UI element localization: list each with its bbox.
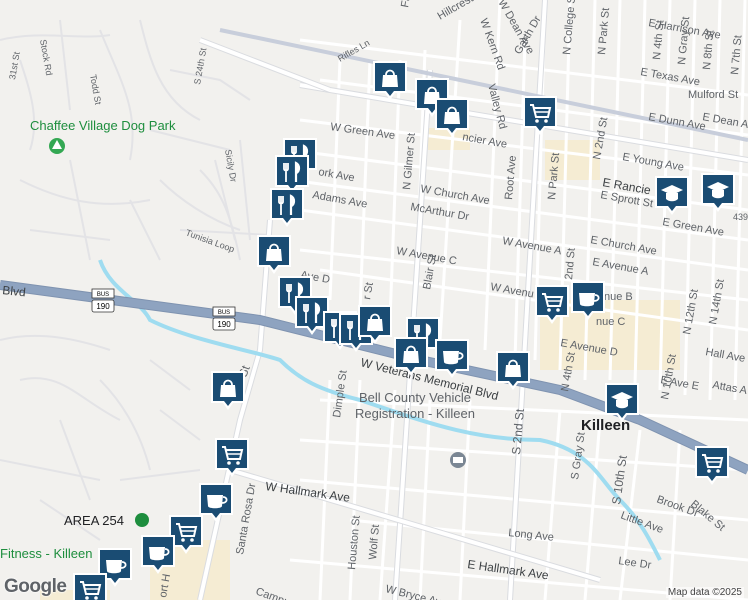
svg-text:AREA 254: AREA 254 [64, 513, 124, 528]
fitness-icon [135, 513, 149, 527]
street-label: Mulford St [688, 89, 738, 101]
svg-text:BUS: BUS [218, 310, 230, 316]
svg-text:Chaffee Village Dog Park: Chaffee Village Dog Park [30, 118, 176, 133]
svg-text:190: 190 [96, 302, 110, 311]
street-label: 439 [733, 212, 748, 222]
svg-text:Registration - Killeen: Registration - Killeen [355, 406, 475, 421]
svg-text:BUS: BUS [97, 292, 109, 298]
street-label: nue C [596, 316, 625, 328]
street-label: Blvd [2, 283, 27, 299]
highway-shield: BUS 190 [212, 306, 236, 331]
marker-shopping-cart-29[interactable] [73, 573, 107, 600]
svg-text:190: 190 [217, 320, 231, 329]
map-attribution[interactable]: Map data ©2025 [665, 587, 744, 598]
place-fitness-killeen[interactable]: Fitness - Killeen [0, 546, 92, 561]
svg-text:Bell County Vehicle: Bell County Vehicle [359, 390, 471, 405]
street-label: nue B [604, 291, 633, 303]
highway-shield: BUS 190 [91, 288, 115, 313]
map-canvas[interactable]: E Harrison Ave Hillcrest Dr W Dean Ave W… [0, 0, 748, 600]
google-logo: Google [4, 576, 67, 597]
